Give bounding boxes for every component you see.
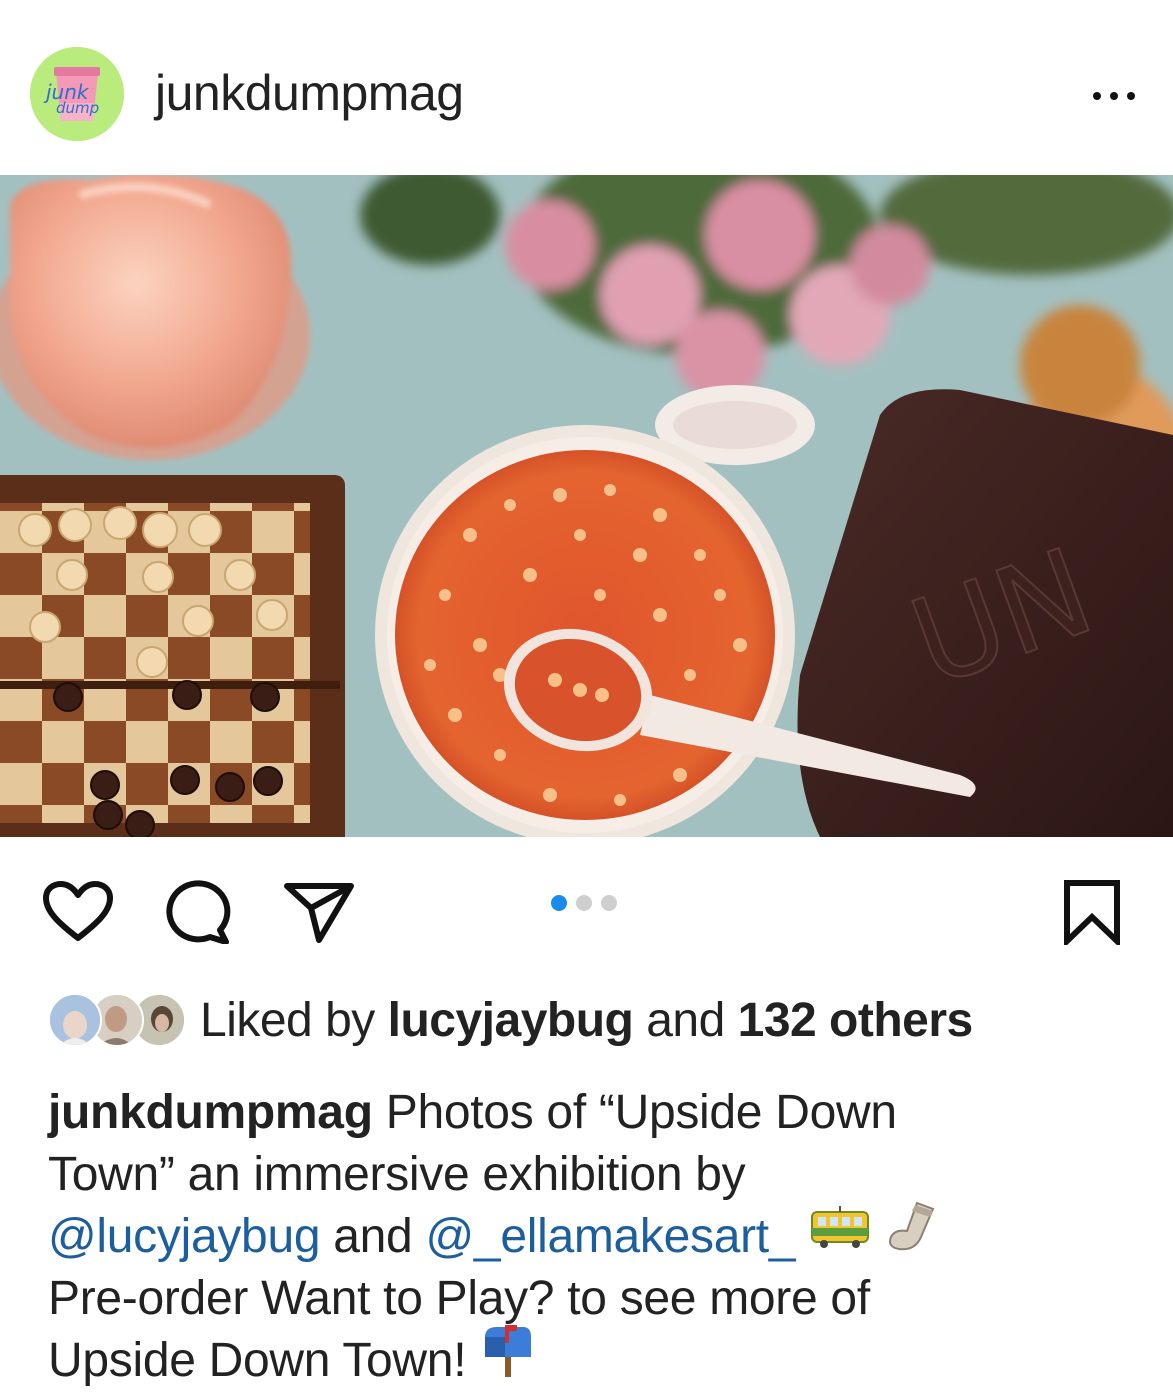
- caption-text: Upside Down Town!: [48, 1334, 467, 1387]
- profile-avatar[interactable]: junk dump: [30, 47, 124, 141]
- liker-avatars: [48, 993, 186, 1047]
- bookmark-outline-icon[interactable]: [1062, 879, 1122, 950]
- caption-text: Photos of “Upside Down: [372, 1086, 897, 1139]
- comment-bubble-icon[interactable]: [164, 880, 232, 949]
- mention-link[interactable]: @_ellamakesart_: [426, 1210, 796, 1263]
- post-caption: junkdumpmag Photos of “Upside Down Town”…: [48, 1082, 1138, 1392]
- carousel-dot: [601, 895, 617, 911]
- heart-outline-icon[interactable]: [42, 880, 114, 949]
- post-username[interactable]: junkdumpmag: [155, 64, 464, 122]
- likes-prefix: Liked by: [200, 993, 388, 1047]
- carousel-dot: [576, 895, 592, 911]
- avatar-logo-text-bottom: dump: [56, 99, 99, 117]
- carousel-dot-active: [551, 895, 567, 911]
- post-header: junk dump junkdumpmag: [0, 0, 1173, 175]
- caption-line: Upside Down Town!: [48, 1325, 1138, 1392]
- mailbox-emoji-icon: [479, 1323, 535, 1395]
- liker-avatar: [48, 993, 102, 1047]
- carousel-indicator: [551, 895, 617, 911]
- post-image[interactable]: UN: [0, 175, 1173, 837]
- liked-by-user[interactable]: lucyjaybug: [388, 994, 634, 1047]
- caption-text: Town” an immersive exhibition by: [48, 1148, 746, 1201]
- caption-line: junkdumpmag Photos of “Upside Down: [48, 1082, 1138, 1144]
- likes-text[interactable]: Liked by lucyjaybug and 132 others: [200, 993, 973, 1048]
- caption-text: Pre-order Want to Play? to see more of: [48, 1272, 870, 1325]
- sock-emoji-icon: [885, 1199, 941, 1271]
- mention-link[interactable]: @lucyjaybug: [48, 1210, 321, 1263]
- likes-summary[interactable]: Liked by lucyjaybug and 132 others: [48, 985, 973, 1055]
- post-action-bar: [0, 837, 1173, 977]
- likes-and: and: [633, 993, 738, 1047]
- likes-others-count[interactable]: 132 others: [738, 994, 974, 1047]
- caption-username[interactable]: junkdumpmag: [48, 1086, 373, 1139]
- caption-text: and: [320, 1210, 426, 1263]
- caption-line: Pre-order Want to Play? to see more of: [48, 1268, 1138, 1330]
- more-options-icon[interactable]: [1093, 86, 1139, 106]
- caption-line: @lucyjaybug and @_ellamakesart_: [48, 1202, 1138, 1268]
- paper-plane-icon[interactable]: [283, 880, 355, 949]
- tram-emoji-icon: [808, 1204, 872, 1266]
- caption-line: Town” an immersive exhibition by: [48, 1144, 1138, 1206]
